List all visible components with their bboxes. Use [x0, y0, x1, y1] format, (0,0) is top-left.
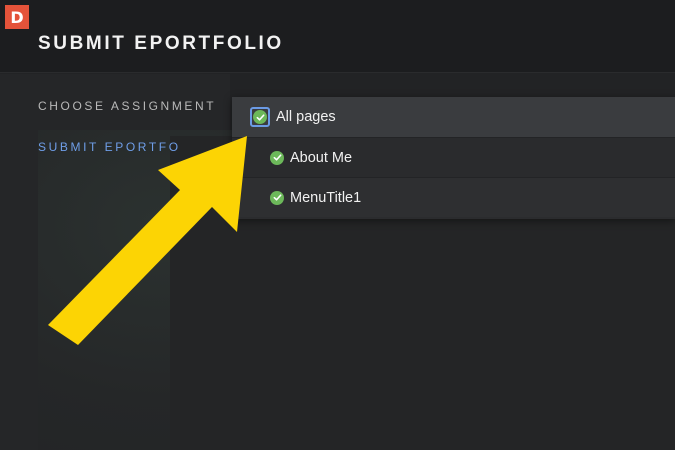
brand-logo: D	[5, 5, 29, 29]
page-select-dropdown: All pages About Me MenuTitle1	[232, 97, 675, 219]
check-icon	[270, 190, 284, 205]
sidebar-item-submit-eportfolio[interactable]: SUBMIT EPORTFO	[38, 140, 181, 154]
app-header: D SUBMIT EPORTFOLIO	[0, 0, 675, 73]
all-pages-checkbox[interactable]	[250, 107, 270, 127]
page-title: SUBMIT EPORTFOLIO	[38, 33, 284, 54]
check-icon	[253, 110, 267, 124]
option-label: MenuTitle1	[290, 189, 362, 206]
dropdown-option-all-pages[interactable]: All pages	[232, 97, 675, 137]
sidebar-item-choose-assignment[interactable]: CHOOSE ASSIGNMENT	[38, 99, 216, 113]
option-label: About Me	[290, 149, 353, 166]
option-label: All pages	[276, 109, 336, 125]
check-icon	[270, 150, 284, 165]
dropdown-option-about-me[interactable]: About Me	[232, 137, 675, 177]
dropdown-option-menutitle1[interactable]: MenuTitle1	[232, 177, 675, 217]
